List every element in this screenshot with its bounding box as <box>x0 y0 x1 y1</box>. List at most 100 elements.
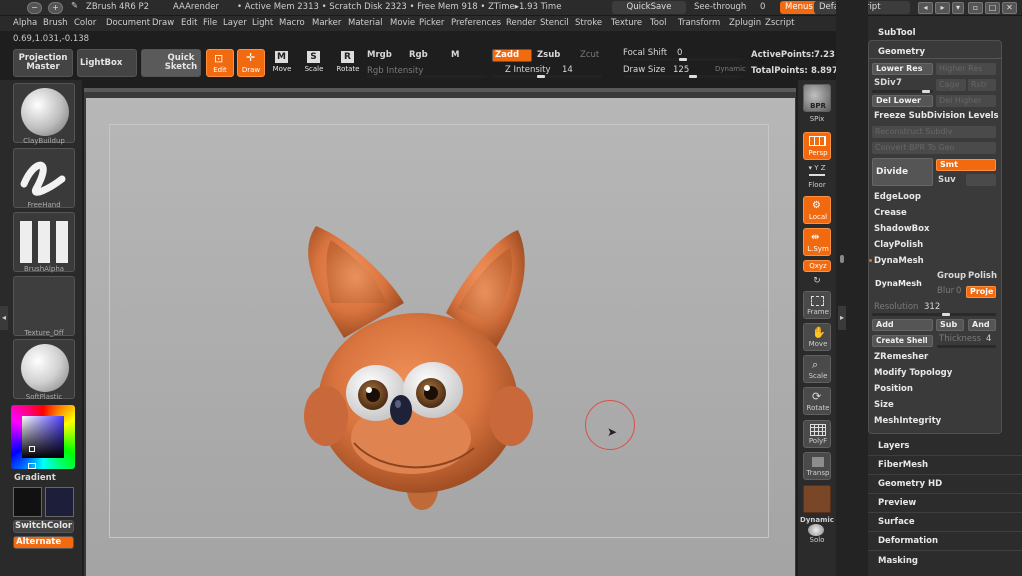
surface-section[interactable]: Surface <box>878 517 915 527</box>
meshintegrity-item[interactable]: MeshIntegrity <box>874 416 941 426</box>
smt-toggle[interactable]: Smt <box>936 159 996 171</box>
stroke-freehand-thumb[interactable] <box>13 148 75 208</box>
menu-movie[interactable]: Movie <box>390 18 415 28</box>
resolution-value[interactable]: 312 <box>924 302 940 312</box>
spix-slider[interactable]: SPix <box>798 115 836 123</box>
sub-button[interactable]: Sub <box>936 319 964 331</box>
preview-section[interactable]: Preview <box>878 498 916 508</box>
alpha-thumb[interactable] <box>13 212 75 272</box>
quicksave-button[interactable]: QuickSave <box>612 1 686 14</box>
geometry-hd-section[interactable]: Geometry HD <box>878 479 942 489</box>
suv-toggle[interactable]: Suv <box>938 175 956 185</box>
menus-button[interactable]: Menus <box>780 1 818 14</box>
solo-icon[interactable] <box>808 524 824 536</box>
menu-zplugin[interactable]: Zplugin <box>729 18 761 28</box>
menu-document[interactable]: Document <box>106 18 150 28</box>
divide-button[interactable]: Divide <box>872 158 933 186</box>
material-swatch-button[interactable] <box>803 485 831 513</box>
menu-color[interactable]: Color <box>74 18 96 28</box>
menu-draw[interactable]: Draw <box>152 18 174 28</box>
menu-alpha[interactable]: Alpha <box>13 18 37 28</box>
m-button[interactable]: M <box>451 50 459 60</box>
menu-macro[interactable]: Macro <box>279 18 305 28</box>
menu-render[interactable]: Render <box>506 18 536 28</box>
local-button[interactable]: ⚙ Local <box>803 196 831 224</box>
rotate-mode-button[interactable]: R Rotate <box>334 49 362 77</box>
frame-button[interactable]: Frame <box>803 291 831 319</box>
sdiv-track[interactable] <box>872 90 933 93</box>
resolution-track[interactable] <box>872 313 996 316</box>
menu-transform[interactable]: Transform <box>678 18 720 28</box>
alternate-button[interactable]: Alternate <box>13 536 74 549</box>
edit-mode-button[interactable]: ⊡ Edit <box>206 49 234 77</box>
scale-mode-button[interactable]: S Scale <box>302 49 326 77</box>
menu-zscript[interactable]: Zscript <box>765 18 795 28</box>
left-arrow-icon[interactable]: ◂ <box>918 2 933 14</box>
rgb-button[interactable]: Rgb <box>409 50 428 60</box>
deformation-section[interactable]: Deformation <box>878 536 938 546</box>
freeze-subdivision-button[interactable]: Freeze SubDivision Levels <box>874 111 999 121</box>
menu-layer[interactable]: Layer <box>223 18 247 28</box>
mrgb-button[interactable]: Mrgb <box>367 50 392 60</box>
menu-material[interactable]: Material <box>348 18 383 28</box>
edgeloop-item[interactable]: EdgeLoop <box>874 192 921 202</box>
quick-sketch-button[interactable]: Quick Sketch <box>141 49 201 77</box>
see-through-value[interactable]: 0 <box>760 2 765 12</box>
restore-icon[interactable]: ▫ <box>968 2 983 14</box>
del-lower-button[interactable]: Del Lower <box>872 95 933 107</box>
plus-icon[interactable]: + <box>48 2 63 14</box>
z-intensity-track[interactable] <box>492 75 602 78</box>
canvas-top-scroll[interactable] <box>84 88 796 92</box>
maximize-icon[interactable]: □ <box>985 2 1000 14</box>
subtool-header[interactable]: SubTool <box>878 28 916 38</box>
rotate-axis-icon[interactable]: ↻ <box>798 276 836 286</box>
menu-light[interactable]: Light <box>252 18 273 28</box>
and-button[interactable]: And <box>968 319 996 331</box>
scale-view-button[interactable]: ⌕ Scale <box>803 355 831 383</box>
dynamesh-header[interactable]: DynaMesh <box>874 256 924 266</box>
move-view-button[interactable]: ✋ Move <box>803 323 831 351</box>
polish-toggle[interactable]: Polish <box>968 271 997 281</box>
rotate-view-button[interactable]: ⟳ Rotate <box>803 387 831 415</box>
cage-button[interactable]: Cage <box>936 79 966 91</box>
create-shell-button[interactable]: Create Shell <box>872 335 933 347</box>
main-color-swatch[interactable] <box>13 487 42 517</box>
add-button[interactable]: Add <box>872 319 933 331</box>
menu-preferences[interactable]: Preferences <box>451 18 501 28</box>
chevron-down-icon[interactable]: ▾ <box>952 2 964 14</box>
rstr-button[interactable]: Rstr <box>968 79 996 91</box>
menu-file[interactable]: File <box>203 18 217 28</box>
group-toggle[interactable]: Group <box>937 271 966 281</box>
document-canvas[interactable]: ➤ <box>86 98 795 576</box>
crease-item[interactable]: Crease <box>874 208 907 218</box>
lsym-button[interactable]: ⇹ L.Sym <box>803 228 831 256</box>
rgb-intensity-track[interactable] <box>367 75 487 78</box>
bpr-button[interactable]: BPR <box>803 84 831 112</box>
claypolish-item[interactable]: ClayPolish <box>874 240 923 250</box>
draw-size-track[interactable] <box>623 75 743 78</box>
thickness-track[interactable] <box>937 345 996 348</box>
z-intensity-value[interactable]: 14 <box>562 65 573 75</box>
menu-picker[interactable]: Picker <box>419 18 444 28</box>
move-mode-button[interactable]: M Move <box>270 49 294 77</box>
draw-mode-button[interactable]: ✛ Draw <box>237 49 265 77</box>
menu-marker[interactable]: Marker <box>312 18 341 28</box>
switch-color-button[interactable]: SwitchColor <box>13 520 74 533</box>
menu-edit[interactable]: Edit <box>181 18 197 28</box>
xyz-button[interactable]: Qxyz <box>803 260 831 272</box>
zadd-button[interactable]: Zadd <box>492 49 532 62</box>
minimize-icon[interactable]: − <box>27 2 42 14</box>
menu-stencil[interactable]: Stencil <box>540 18 569 28</box>
higher-res-button[interactable]: Higher Res <box>936 63 996 75</box>
texture-thumb[interactable] <box>13 276 75 336</box>
zremesher-item[interactable]: ZRemesher <box>874 352 928 362</box>
convert-bpr-button[interactable]: Convert BPR To Geo <box>872 142 996 154</box>
secondary-color-swatch[interactable] <box>45 487 74 517</box>
dynamic-toggle[interactable]: Dynamic <box>715 65 746 73</box>
reconstruct-subdiv-button[interactable]: Reconstruct Subdiv <box>872 126 996 138</box>
floor-button[interactable]: Floor <box>803 168 831 190</box>
masking-section[interactable]: Masking <box>878 556 918 566</box>
size-item[interactable]: Size <box>874 400 894 410</box>
persp-button[interactable]: Persp <box>803 132 831 160</box>
focal-shift-value[interactable]: 0 <box>677 48 682 58</box>
